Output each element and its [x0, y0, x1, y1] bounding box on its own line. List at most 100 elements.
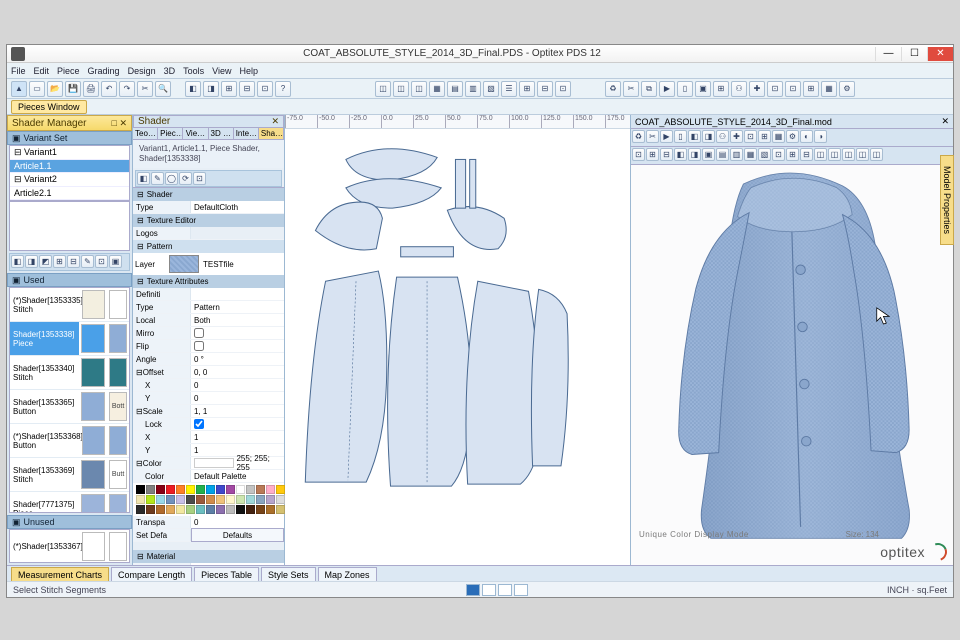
prop-value[interactable]: 1, 1 [191, 405, 284, 417]
prop-value[interactable]: Pattern [191, 301, 284, 313]
vp-tool-icon[interactable]: ▯ [674, 130, 687, 143]
vp-tool-icon[interactable]: ◫ [856, 148, 869, 161]
palette-swatch[interactable] [156, 495, 165, 504]
tool-icon[interactable]: ▯ [677, 81, 693, 97]
palette-swatch[interactable] [156, 485, 165, 494]
palette-swatch[interactable] [256, 485, 265, 494]
palette-swatch[interactable] [226, 505, 235, 514]
bottom-tab[interactable]: Measurement Charts [11, 567, 109, 581]
tool-icon[interactable]: ◧ [185, 81, 201, 97]
palette-swatch[interactable] [266, 495, 275, 504]
tool-icon[interactable]: ⊟ [537, 81, 553, 97]
palette-swatch[interactable] [176, 485, 185, 494]
shader-list-item[interactable]: (*)Shader[1353335]Stitch [10, 288, 129, 322]
palette-swatch[interactable] [146, 485, 155, 494]
palette-swatch[interactable] [136, 505, 145, 514]
prop-key[interactable]: ⊟ Offset [133, 366, 191, 378]
shader-list-item[interactable]: (*)Shader[1353368]Button [10, 424, 129, 458]
palette-swatch[interactable] [236, 505, 245, 514]
crumb-tool-icon[interactable]: ◧ [137, 172, 150, 185]
vp-tool-icon[interactable]: ✂ [646, 130, 659, 143]
sec-material[interactable]: ⊟ Material [133, 550, 284, 563]
shader-list-item[interactable]: Shader[1353369]Stitch Butt [10, 458, 129, 492]
palette-swatch[interactable] [256, 495, 265, 504]
status-mode-icon[interactable] [514, 584, 528, 596]
tool-pointer-icon[interactable]: ▲ [11, 81, 27, 97]
vp-tool-icon[interactable]: ◨ [702, 130, 715, 143]
tool-icon[interactable]: ⊡ [555, 81, 571, 97]
vp-tool-icon[interactable]: ⊡ [772, 148, 785, 161]
palette-swatch[interactable] [206, 485, 215, 494]
mini-tool-icon[interactable]: ▣ [109, 255, 122, 268]
shader-list-item[interactable]: (*)Shader[1353367] [10, 530, 129, 563]
palette-swatch[interactable] [276, 505, 285, 514]
prop-value[interactable]: DefaultCloth [191, 201, 284, 213]
tool-help-icon[interactable]: ? [275, 81, 291, 97]
vp-tool-icon[interactable]: ◨ [688, 148, 701, 161]
tool-icon[interactable]: ☰ [501, 81, 517, 97]
shader-tab[interactable]: 3D … [209, 128, 234, 139]
status-mode-icon[interactable] [466, 584, 480, 596]
tool-icon[interactable]: ▥ [465, 81, 481, 97]
crumb-tool-icon[interactable]: ✎ [151, 172, 164, 185]
shader-tab[interactable]: Piec… [158, 128, 183, 139]
vp-tool-icon[interactable]: ◫ [814, 148, 827, 161]
menu-file[interactable]: File [11, 66, 26, 76]
tool-icon[interactable]: ⊡ [785, 81, 801, 97]
prop-value[interactable]: 1 [191, 431, 284, 443]
crumb-tool-icon[interactable]: ⟳ [179, 172, 192, 185]
tool-icon[interactable]: ▣ [695, 81, 711, 97]
variant-sub-item[interactable]: Article2.1 [10, 187, 129, 200]
tool-icon[interactable]: ⧉ [641, 81, 657, 97]
palette-swatch[interactable] [256, 505, 265, 514]
model-properties-tab[interactable]: Model Properties [940, 155, 954, 245]
tool-icon[interactable]: ⊟ [239, 81, 255, 97]
palette-swatch[interactable] [266, 485, 275, 494]
shader-list-item[interactable]: Shader[1353338]Piece [10, 322, 129, 356]
vp-tool-icon[interactable]: ♻ [632, 130, 645, 143]
palette-swatch[interactable] [276, 495, 285, 504]
vp-tool-icon[interactable]: ◫ [842, 148, 855, 161]
tool-undo-icon[interactable]: ↶ [101, 81, 117, 97]
menu-grading[interactable]: Grading [88, 66, 120, 76]
menu-edit[interactable]: Edit [34, 66, 50, 76]
vp-tool-icon[interactable]: ⚇ [716, 130, 729, 143]
vp-tool-icon[interactable]: ▶ [660, 130, 673, 143]
bottom-tab[interactable]: Map Zones [318, 567, 377, 581]
prop-value[interactable]: 0, 0 [191, 366, 284, 378]
vp-tool-icon[interactable]: ◧ [674, 148, 687, 161]
shader-list-item[interactable]: Shader[7771375]Piece [10, 492, 129, 513]
viewport-3d[interactable]: Unique Color Display Mode Size: 134 opti… [631, 165, 953, 565]
vp-tool-icon[interactable]: ⊞ [646, 148, 659, 161]
status-mode-icon[interactable] [482, 584, 496, 596]
palette-swatch[interactable] [186, 505, 195, 514]
tool-icon[interactable]: ✚ [749, 81, 765, 97]
prop-value[interactable]: 255; 255; 255 [191, 457, 284, 469]
tool-icon[interactable]: ◫ [411, 81, 427, 97]
palette-swatch[interactable] [246, 485, 255, 494]
palette-swatch[interactable] [246, 505, 255, 514]
vp-tool-icon[interactable]: ▣ [702, 148, 715, 161]
sec-texture-editor[interactable]: ⊟ Texture Editor [133, 214, 284, 227]
palette-swatch[interactable] [226, 495, 235, 504]
window-close-button[interactable]: ✕ [927, 47, 953, 61]
shader-tab[interactable]: Teo… [133, 128, 158, 139]
palette-swatch[interactable] [216, 495, 225, 504]
tool-zoom-icon[interactable]: 🔍 [155, 81, 171, 97]
vp-tool-icon[interactable]: ◐ [800, 130, 813, 143]
prop-key[interactable]: ⊟ Scale [133, 405, 191, 417]
palette-swatch[interactable] [276, 485, 285, 494]
palette-swatch[interactable] [196, 485, 205, 494]
status-mode-icon[interactable] [498, 584, 512, 596]
prop-mirror-checkbox[interactable] [191, 327, 284, 339]
tool-play-icon[interactable]: ▶ [659, 81, 675, 97]
menu-view[interactable]: View [212, 66, 231, 76]
tool-icon[interactable]: ⊞ [519, 81, 535, 97]
sec-shader[interactable]: ⊟ Shader [133, 188, 284, 201]
palette-swatch[interactable] [166, 505, 175, 514]
palette-swatch[interactable] [166, 485, 175, 494]
palette-swatch[interactable] [236, 495, 245, 504]
palette-swatch[interactable] [146, 495, 155, 504]
palette-swatch[interactable] [166, 495, 175, 504]
prop-key[interactable]: ⊟ Color [133, 457, 191, 469]
